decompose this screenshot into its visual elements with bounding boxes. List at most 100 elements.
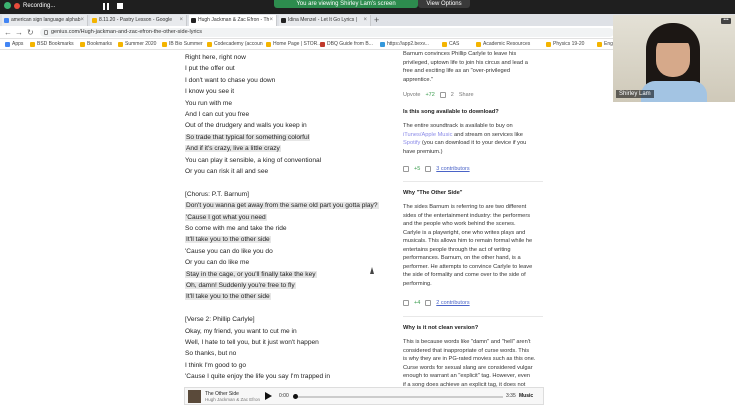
faq-answer: performing. [403,280,432,287]
bookmark-item[interactable]: Bookmarks [80,40,112,49]
contributors-link[interactable]: 2 contributors [436,300,469,306]
bookmark-label: CAS [449,41,460,47]
lyric-text: Well, I hate to tell you, but it just wo… [185,339,319,346]
annotation-text: Barnum convinces Phillip Carlyle to leav… [403,51,517,57]
brand-label: Music [519,393,534,399]
annotated-lyric-text[interactable]: Don't you wanna get away from the same o… [185,202,379,210]
folder-icon [207,42,212,47]
url-field[interactable]: genius.com/Hugh-jackman-and-zac-efron-th… [40,28,614,37]
annotated-lyric-text[interactable]: It'll take you to the other side [185,236,271,244]
tab-asl[interactable]: american sign language alphab × [2,15,88,26]
folder-icon [30,42,35,47]
vote-row: +4 2 contributors [403,300,470,306]
share-button[interactable]: Share [459,92,474,98]
lyric-line[interactable]: Oh, damn! Suddenly you're free to fly [185,281,296,291]
bookmark-item[interactable]: Academic Resources [476,40,530,49]
faq-question: Why "The Other Side" [403,190,463,196]
faq-answer: entertains people through the act of wri… [403,246,511,253]
back-arrow-icon[interactable]: ← [4,27,12,38]
upvote-label[interactable]: Upvote [403,92,420,98]
thumbs-down-icon[interactable] [425,300,432,306]
annotated-lyric-text[interactable]: Stay in the cage, or you'll finally take… [185,270,317,278]
lyric-line[interactable]: And if it's crazy, live a little crazy [185,144,281,154]
player-artist: Hugh Jackman & Zac Efron [205,397,261,402]
lyric-line[interactable]: Don't you wanna get away from the same o… [185,201,379,211]
new-tab-button[interactable]: + [374,14,379,26]
bookmark-item[interactable]: Physics 19-20 [546,40,584,49]
bookmark-item[interactable]: Summer 2020 [118,40,156,49]
lyric-line: So come with me and take the ride [185,224,287,234]
faq-answer: musicals. This allows him to remain form… [403,238,533,244]
close-tab-icon[interactable]: × [269,15,273,26]
annotated-lyric-text[interactable]: So trade that typical for something colo… [185,133,311,141]
lyric-line: 'Cause I quite enjoy the life you say I'… [185,372,330,382]
comments-count[interactable]: 2 [451,92,454,98]
lyric-line[interactable]: Stay in the cage, or you'll finally take… [185,270,317,280]
webcam-video-tile[interactable]: ••• Shirley Lam [613,15,735,102]
bookmark-item[interactable]: Apps [5,40,23,49]
faq-answer: Carlyle is a playwright, one who writes … [403,229,526,236]
annotated-lyric-text[interactable]: 'Cause I got what you need [185,213,267,221]
tab-genius-other-side[interactable]: Hugh Jackman & Zac Efron - Th × [189,15,277,26]
bookmark-item[interactable]: IB Bio Summer [162,40,203,49]
genius-favicon-icon [281,18,286,23]
faq-answer: Curse words for sexual slang are conside… [403,364,533,371]
lyric-line: I put the offer out [185,64,235,74]
bookmark-label: Bookmarks [87,41,113,47]
thumbs-up-icon[interactable] [403,166,409,172]
annotated-lyric-text[interactable]: And if it's crazy, live a little crazy [185,145,281,153]
pause-recording-button[interactable] [103,3,109,10]
lyric-text: 'Cause I quite enjoy the life you say I'… [185,373,331,381]
external-link[interactable]: iTunes/Apple Music [403,132,452,138]
bookmark-item[interactable]: CAS [442,40,459,49]
bookmark-item[interactable]: Codecademy (accoun [207,40,263,49]
view-options-button[interactable]: View Options [418,0,470,8]
bookmark-label: Summer 2020 [125,41,157,47]
play-icon[interactable] [265,392,272,400]
downvote-icon[interactable] [439,92,446,98]
lyric-line[interactable]: It'll take you to the other side [185,235,271,245]
more-options-icon[interactable]: ••• [721,18,731,24]
lyric-text: So thanks, but no [185,350,237,358]
tab-pastry-lesson[interactable]: 8.11.20 - Pastry Lesson - Google × [90,15,187,26]
stop-recording-button[interactable] [117,3,123,9]
lyric-text: [Verse 2: Phillip Carlyle] [185,316,255,324]
tab-let-it-go[interactable]: Idina Menzel - Let It Go Lyrics | × [279,15,371,26]
player-progress-bar[interactable] [295,396,503,398]
bookmark-label: Academic Resources [483,41,531,47]
lyric-text: 'Cause you can do like you do [185,247,273,255]
lyric-line: Well, I hate to tell you, but it just wo… [185,338,319,348]
lyric-line[interactable]: So trade that typical for something colo… [185,133,311,143]
bookmark-label: BSD Bookmarks [37,41,74,47]
lyric-line[interactable]: 'Cause I got what you need [185,213,267,223]
folder-icon [380,42,385,47]
zoom-screen-share: Recording... You are viewing Shirley Lam… [0,0,735,411]
google-favicon-icon [4,18,9,23]
lyric-text: Out of the drudgery and walls you keep i… [185,122,307,130]
contributors-link[interactable]: 3 contributors [436,166,469,172]
bookmark-item[interactable]: https://app2.bexv... [380,40,429,49]
annotation-text: free and exciting life as an "over-privi… [403,68,510,74]
lyric-text: I put the offer out [185,65,235,73]
external-link[interactable]: Spotify [403,140,420,146]
lyric-text: So come with me and take the ride [185,225,287,232]
player-progress-knob[interactable] [293,394,298,399]
close-tab-icon[interactable]: × [363,15,367,26]
lyric-line: Or you can risk it all and see [185,167,268,177]
annotated-lyric-text[interactable]: It'll take you to the other side [185,293,271,301]
folder-icon [80,42,85,47]
close-tab-icon[interactable]: × [179,15,183,26]
thumbs-down-icon[interactable] [425,166,432,172]
mouse-cursor-icon [370,267,374,274]
bookmark-item[interactable]: Home Page | STOR... [266,40,321,49]
close-tab-icon[interactable]: × [80,15,84,26]
shield-icon [4,2,11,9]
bookmark-item[interactable]: BSD Bookmarks [30,40,74,49]
faq-answer: iTunes/Apple Music and stream on service… [403,131,523,138]
thumbs-up-icon[interactable] [403,300,409,306]
bookmark-item[interactable]: DBQ Guide from B... [320,40,373,49]
forward-arrow-icon[interactable]: → [15,27,23,38]
lyric-line[interactable]: It'll take you to the other side [185,292,271,302]
reload-icon[interactable]: ↻ [27,27,34,38]
annotated-lyric-text[interactable]: Oh, damn! Suddenly you're free to fly [185,282,296,289]
